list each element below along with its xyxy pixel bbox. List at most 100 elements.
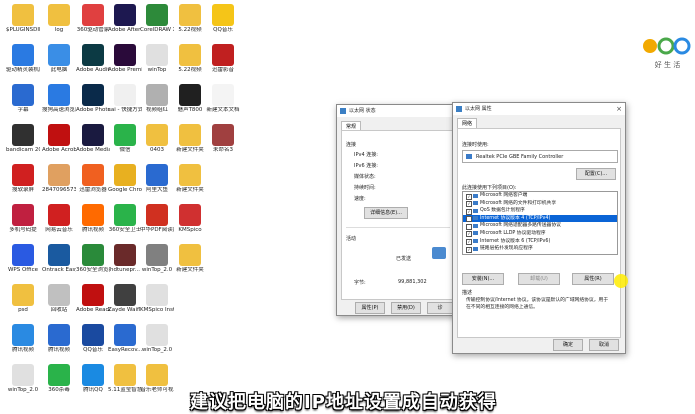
diagnose-button[interactable]: 诊 bbox=[427, 302, 453, 314]
desktop-icon[interactable]: psd bbox=[6, 284, 40, 314]
desktop-icon[interactable]: Adobe Reader DC bbox=[76, 284, 110, 314]
desktop-icon[interactable]: 新建文件夹 bbox=[173, 164, 207, 194]
desktop-icon-label: Adobe Photosh... bbox=[76, 107, 110, 113]
tab-network[interactable]: 网络 bbox=[457, 118, 478, 128]
checkbox[interactable]: ✓ bbox=[466, 208, 472, 215]
desktop-icon[interactable]: KMSpico bbox=[173, 204, 207, 234]
desktop-icon[interactable]: 迅雷浏览器 bbox=[76, 164, 110, 194]
desktop-icon[interactable]: WPS Office bbox=[6, 244, 40, 274]
component-list-item[interactable]: ✓ 链路层拓扑发现响应程序 bbox=[463, 245, 617, 253]
app-icon bbox=[12, 164, 34, 186]
desktop-icon[interactable]: 多机号码提 bbox=[6, 204, 40, 234]
desktop-icon[interactable]: winTop_2.0 bbox=[140, 244, 174, 274]
component-list-item[interactable]: ✓ QoS 数据包计划程序 bbox=[463, 207, 617, 215]
desktop-icon[interactable]: 回收站 bbox=[42, 284, 76, 314]
app-icon bbox=[48, 284, 70, 306]
desktop-icon[interactable]: sai - 快捷方式 bbox=[108, 84, 142, 114]
app-icon bbox=[12, 4, 34, 26]
desktop-icon[interactable]: 新建文本文档 bbox=[206, 84, 240, 114]
desktop-icon[interactable]: 未命名3 bbox=[206, 124, 240, 154]
desktop-icon[interactable]: Adobe After Effects CC... bbox=[108, 4, 142, 34]
desktop-icon[interactable]: 5.22视频 bbox=[173, 4, 207, 34]
desktop-icon-label: Adobe Reader DC bbox=[76, 307, 110, 313]
desktop-icon[interactable]: Zayde Waifl - Gladiator bbox=[108, 284, 142, 314]
desktop-icon[interactable]: 腾讯视频 bbox=[42, 324, 76, 354]
desktop-icon[interactable]: winTop_2.0 bbox=[6, 364, 40, 394]
configure-button[interactable]: 配置(C)... bbox=[576, 168, 616, 180]
checkbox[interactable]: ✓ bbox=[466, 231, 472, 238]
desktop-icon[interactable]: 腾讯视频 bbox=[76, 204, 110, 234]
desktop-icon[interactable]: 驱动精灵装机版 bbox=[6, 44, 40, 74]
desktop-icon[interactable]: 360安全卫士 bbox=[108, 204, 142, 234]
desktop-icon[interactable]: 5.11蓝莹智慧... bbox=[108, 364, 142, 394]
desktop-icon[interactable]: 2847096573 bbox=[42, 164, 76, 194]
component-list-item[interactable]: ✓ Internet 协议版本 6 (TCP/IPv6) bbox=[463, 238, 617, 246]
desktop-icon[interactable]: Adobe Media En... bbox=[76, 124, 110, 154]
desktop-icon[interactable]: 360杀毒 bbox=[42, 364, 76, 394]
desktop-icon[interactable]: KMSpico Install bbox=[140, 284, 174, 314]
component-list-item[interactable]: ✓ Microsoft 网络客户端 bbox=[463, 192, 617, 200]
cancel-button[interactable]: 取消 bbox=[589, 339, 619, 351]
desktop-icon[interactable]: 微信 bbox=[108, 124, 142, 154]
desktop-icon[interactable]: EasyRecov... bbox=[108, 324, 142, 354]
install-button[interactable]: 安装(N)... bbox=[462, 273, 504, 285]
desktop-icon[interactable]: QQ音乐 bbox=[76, 324, 110, 354]
component-list-item[interactable]: ✓ Microsoft 网络的文件和打印机共享 bbox=[463, 200, 617, 208]
desktop-icon[interactable]: 搜软录屏 bbox=[6, 164, 40, 194]
desktop-icon[interactable]: Ontrack EasyReco... bbox=[42, 244, 76, 274]
component-list-item[interactable]: Microsoft 网络适配器多路传送器协议 bbox=[463, 222, 617, 230]
desktop-icon[interactable]: 音乐老师可视 bbox=[140, 364, 174, 394]
item-properties-button[interactable]: 属性(R) bbox=[572, 273, 614, 285]
desktop-icon[interactable]: hdtunepr... bbox=[108, 244, 142, 274]
checkbox[interactable]: ✓ bbox=[466, 193, 472, 200]
desktop-icon[interactable]: CorelDRAW X7 bbox=[140, 4, 174, 34]
desktop-icon[interactable]: Adobe Premiere P... bbox=[108, 44, 142, 74]
desktop-icon[interactable]: $PLUGINSDIR bbox=[6, 4, 40, 34]
component-list-item[interactable]: ✓ Microsoft LLDP 协议驱动程序 bbox=[463, 230, 617, 238]
desktop-icon[interactable]: 视频组红 bbox=[140, 84, 174, 114]
checkbox[interactable] bbox=[466, 223, 472, 230]
checkbox[interactable]: ✓ bbox=[466, 201, 472, 208]
desktop-icon-label: hdtunepr... bbox=[110, 267, 140, 273]
app-icon bbox=[114, 44, 136, 66]
desktop-icon[interactable]: winTop bbox=[140, 44, 174, 74]
checkbox[interactable]: ✓ bbox=[466, 246, 472, 253]
component-list[interactable]: ✓ Microsoft 网络客户端 ✓ Microsoft 网络的文件和打印机共享 ✓ Q… bbox=[462, 191, 618, 255]
desktop-icon[interactable]: 腾讯视频 bbox=[6, 324, 40, 354]
details-button[interactable]: 详细信息(E)... bbox=[364, 207, 408, 219]
desktop-icon[interactable]: 阿里大鱼 bbox=[140, 164, 174, 194]
status-properties-button[interactable]: 属性(P) bbox=[355, 302, 385, 314]
desktop-icon[interactable]: 5.22视频 bbox=[173, 44, 207, 74]
logo-text: 好 生 活 bbox=[654, 61, 681, 69]
desktop-icon[interactable]: QQ音乐 bbox=[206, 4, 240, 34]
desktop-icon[interactable]: 新建文件夹 bbox=[173, 124, 207, 154]
desktop-icon[interactable]: 中华PDF阅读器 bbox=[140, 204, 174, 234]
app-icon bbox=[179, 244, 201, 266]
desktop-icon[interactable]: 腾讯QQ bbox=[76, 364, 110, 394]
desktop-icon[interactable]: 字幕 bbox=[6, 84, 40, 114]
desktop-icon[interactable]: 360驱动管家 bbox=[76, 4, 110, 34]
ok-button[interactable]: 确定 bbox=[553, 339, 583, 351]
checkbox[interactable]: ✓ bbox=[466, 216, 472, 223]
desktop-icon[interactable]: Adobe Photosh... bbox=[76, 84, 110, 114]
desktop-icon[interactable]: Adobe Audition ... bbox=[76, 44, 110, 74]
desktop-icon[interactable]: 此电脑 bbox=[42, 44, 76, 74]
desktop-icon[interactable]: 360安全浏览器 bbox=[76, 244, 110, 274]
close-icon[interactable]: × bbox=[613, 103, 625, 115]
uninstall-button[interactable]: 卸载(U) bbox=[518, 273, 560, 285]
desktop-icon[interactable]: log bbox=[42, 4, 76, 34]
desktop-icon[interactable]: Google Chrome bbox=[108, 164, 142, 194]
desktop-icon[interactable]: 0403 bbox=[140, 124, 174, 154]
checkbox[interactable]: ✓ bbox=[466, 239, 472, 246]
desktop-icon[interactable]: 迅雷影音 bbox=[206, 44, 240, 74]
disable-button[interactable]: 禁用(D) bbox=[391, 302, 421, 314]
component-list-item[interactable]: ✓ Internet 协议版本 4 (TCP/IPv4) bbox=[463, 214, 617, 223]
desktop-icon[interactable]: Adobe Acrobat DC bbox=[42, 124, 76, 154]
desktop-icon[interactable]: bandicam 2020-06-0... bbox=[6, 124, 40, 154]
desktop-icon[interactable]: 新建文件夹 bbox=[173, 244, 207, 274]
component-icon bbox=[473, 201, 478, 206]
desktop-icon[interactable]: 魅声T800 bbox=[173, 84, 207, 114]
desktop-icon[interactable]: 搜狗高速浏览器 bbox=[42, 84, 76, 114]
desktop-icon[interactable]: winTop_2.0 bbox=[140, 324, 174, 354]
desktop-icon[interactable]: 网易云音乐 bbox=[42, 204, 76, 234]
